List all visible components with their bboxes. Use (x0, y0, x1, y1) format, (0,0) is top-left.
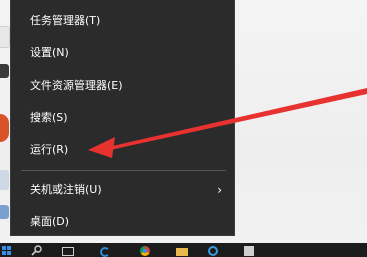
menu-item-label: 桌面(D) (30, 215, 70, 228)
menu-item-desktop[interactable]: 桌面(D) (11, 210, 234, 234)
chrome-icon[interactable] (140, 246, 150, 256)
menu-item-run[interactable]: 运行(R) (11, 138, 234, 162)
menu-item-label: 设置(N) (30, 46, 69, 59)
desktop-shortcut-icon[interactable] (0, 205, 9, 219)
chevron-right-icon: › (217, 183, 222, 197)
ie-icon[interactable] (208, 246, 218, 256)
desktop-shortcut-icon[interactable] (0, 26, 10, 48)
menu-item-shutdown-signout[interactable]: 关机或注销(U) › (11, 178, 234, 202)
edge-icon[interactable] (100, 247, 110, 257)
start-context-menu: 任务管理器(T) 设置(N) 文件资源管理器(E) 搜索(S) 运行(R) 关机… (10, 0, 235, 236)
menu-item-label: 运行(R) (30, 143, 69, 156)
menu-item-file-explorer[interactable]: 文件资源管理器(E) (11, 74, 234, 98)
menu-item-label: 文件资源管理器(E) (30, 79, 123, 92)
desktop-shortcut-icon[interactable] (0, 170, 9, 190)
search-icon[interactable] (30, 245, 44, 256)
task-view-icon[interactable] (62, 247, 74, 256)
store-icon[interactable] (244, 246, 254, 256)
menu-divider (21, 170, 226, 171)
menu-item-task-manager[interactable]: 任务管理器(T) (11, 9, 234, 33)
menu-item-settings[interactable]: 设置(N) (11, 41, 234, 65)
desktop-shortcut-icon[interactable] (0, 114, 9, 142)
menu-item-label: 搜索(S) (30, 111, 68, 124)
menu-item-label: 任务管理器(T) (30, 14, 101, 27)
windows-start-icon[interactable] (2, 246, 12, 257)
menu-item-search[interactable]: 搜索(S) (11, 106, 234, 130)
taskbar (0, 243, 367, 257)
desktop-shortcut-icon[interactable] (0, 64, 9, 78)
folder-icon[interactable] (176, 248, 188, 256)
menu-item-label: 关机或注销(U) (30, 183, 102, 196)
